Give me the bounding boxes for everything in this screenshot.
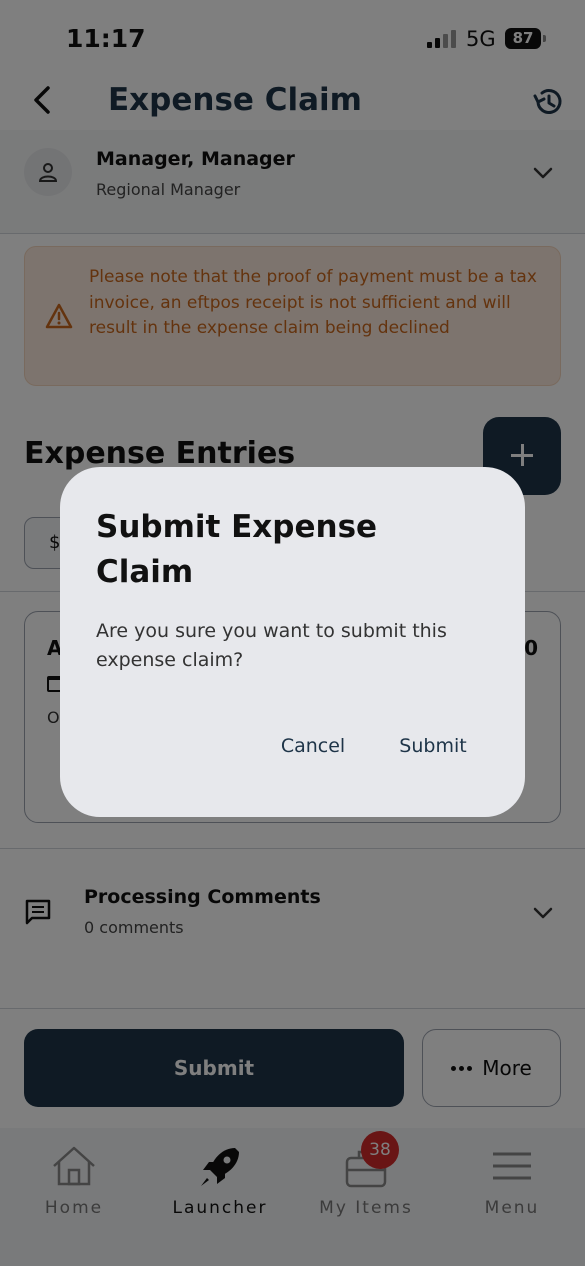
- app-screen: 11:17 5G 87 Expense Claim Manager, Manag…: [0, 0, 585, 1266]
- dialog-submit-button[interactable]: Submit: [386, 729, 480, 763]
- dialog-title: Submit Expense Claim: [96, 509, 378, 590]
- dialog-message: Are you sure you want to submit this exp…: [96, 620, 447, 671]
- submit-confirmation-dialog: Submit Expense Claim Are you sure you wa…: [60, 467, 525, 817]
- dialog-cancel-button[interactable]: Cancel: [268, 729, 358, 763]
